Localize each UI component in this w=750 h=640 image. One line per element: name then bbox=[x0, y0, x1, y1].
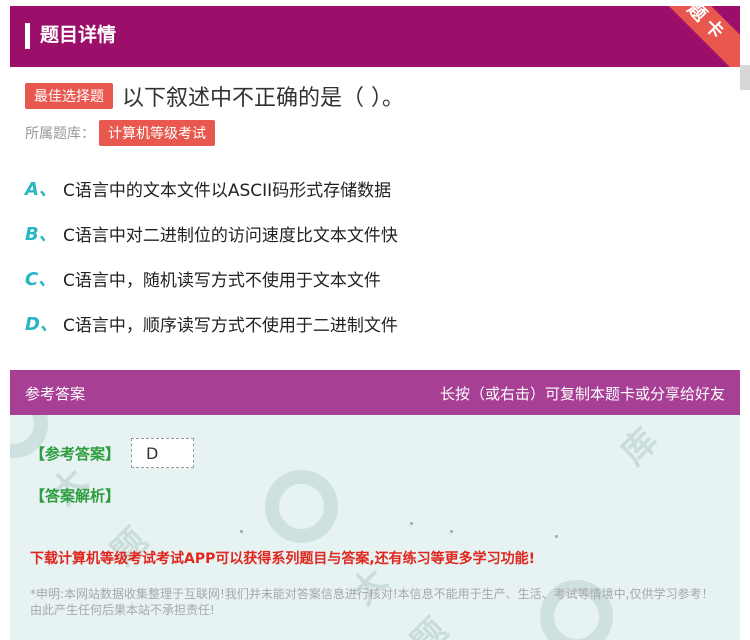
option-letter: A、 bbox=[25, 179, 57, 200]
question-line: 最佳选择题 以下叙述中不正确的是（ ）。 bbox=[25, 80, 404, 112]
option-text: C语言中的文本文件以ASCII码形式存储数据 bbox=[63, 180, 392, 201]
page-title: 题目详情 bbox=[40, 24, 117, 46]
ribbon-fold bbox=[740, 65, 750, 90]
answer-value: D bbox=[131, 438, 194, 468]
option-a[interactable]: A、 C语言中的文本文件以ASCII码形式存储数据 bbox=[25, 176, 392, 201]
question-type-tag: 最佳选择题 bbox=[25, 83, 113, 109]
answer-header-title: 参考答案 bbox=[25, 385, 86, 403]
option-letter: B、 bbox=[25, 224, 57, 245]
app-promo-link[interactable]: 下载计算机等级考试考试APP可以获得系列题目与答案,还有练习等更多学习功能! bbox=[30, 548, 535, 568]
answer-label: 【参考答案】 bbox=[30, 445, 121, 463]
watermark-logo-icon bbox=[265, 470, 338, 543]
option-letter: C、 bbox=[25, 269, 57, 290]
speck bbox=[555, 535, 558, 538]
library-tag[interactable]: 计算机等级考试 bbox=[99, 120, 215, 146]
analysis-label: 【答案解析】 bbox=[30, 487, 121, 505]
library-label: 所属题库： bbox=[25, 126, 95, 142]
share-hint: 长按（或右击）可复制本题卡或分享给好友 bbox=[439, 385, 725, 403]
speck bbox=[450, 530, 453, 533]
speck bbox=[410, 522, 413, 525]
library-line: 所属题库： 计算机等级考试 bbox=[25, 120, 215, 146]
corner-ribbon: 题卡 bbox=[643, 6, 740, 67]
page-header: 题目详情 题卡 bbox=[10, 6, 740, 67]
watermark-glyph: 库 bbox=[613, 420, 666, 474]
answer-header: 参考答案 长按（或右击）可复制本题卡或分享给好友 bbox=[10, 370, 740, 415]
option-d[interactable]: D、 C语言中，顺序读写方式不使用于二进制文件 bbox=[25, 311, 398, 336]
header-accent-bar bbox=[25, 23, 30, 49]
answer-panel: 大 题 大 题 库 参考答案 长按（或右击）可复制本题卡或分享给好友 【参考答案… bbox=[10, 370, 740, 640]
option-text: C语言中对二进制位的访问速度比文本文件快 bbox=[63, 225, 398, 246]
option-letter: D、 bbox=[25, 314, 58, 335]
option-text: C语言中，顺序读写方式不使用于二进制文件 bbox=[63, 315, 398, 336]
speck bbox=[240, 530, 243, 533]
option-text: C语言中，随机读写方式不使用于文本文件 bbox=[63, 270, 381, 291]
question-text: 以下叙述中不正确的是（ ）。 bbox=[122, 86, 404, 111]
option-c[interactable]: C、 C语言中，随机读写方式不使用于文本文件 bbox=[25, 266, 381, 291]
disclaimer-text: *申明:本网站数据收集整理于互联网!我们并未能对答案信息进行核对!本信息不能用于… bbox=[30, 587, 714, 617]
option-b[interactable]: B、 C语言中对二进制位的访问速度比文本文件快 bbox=[25, 221, 398, 246]
